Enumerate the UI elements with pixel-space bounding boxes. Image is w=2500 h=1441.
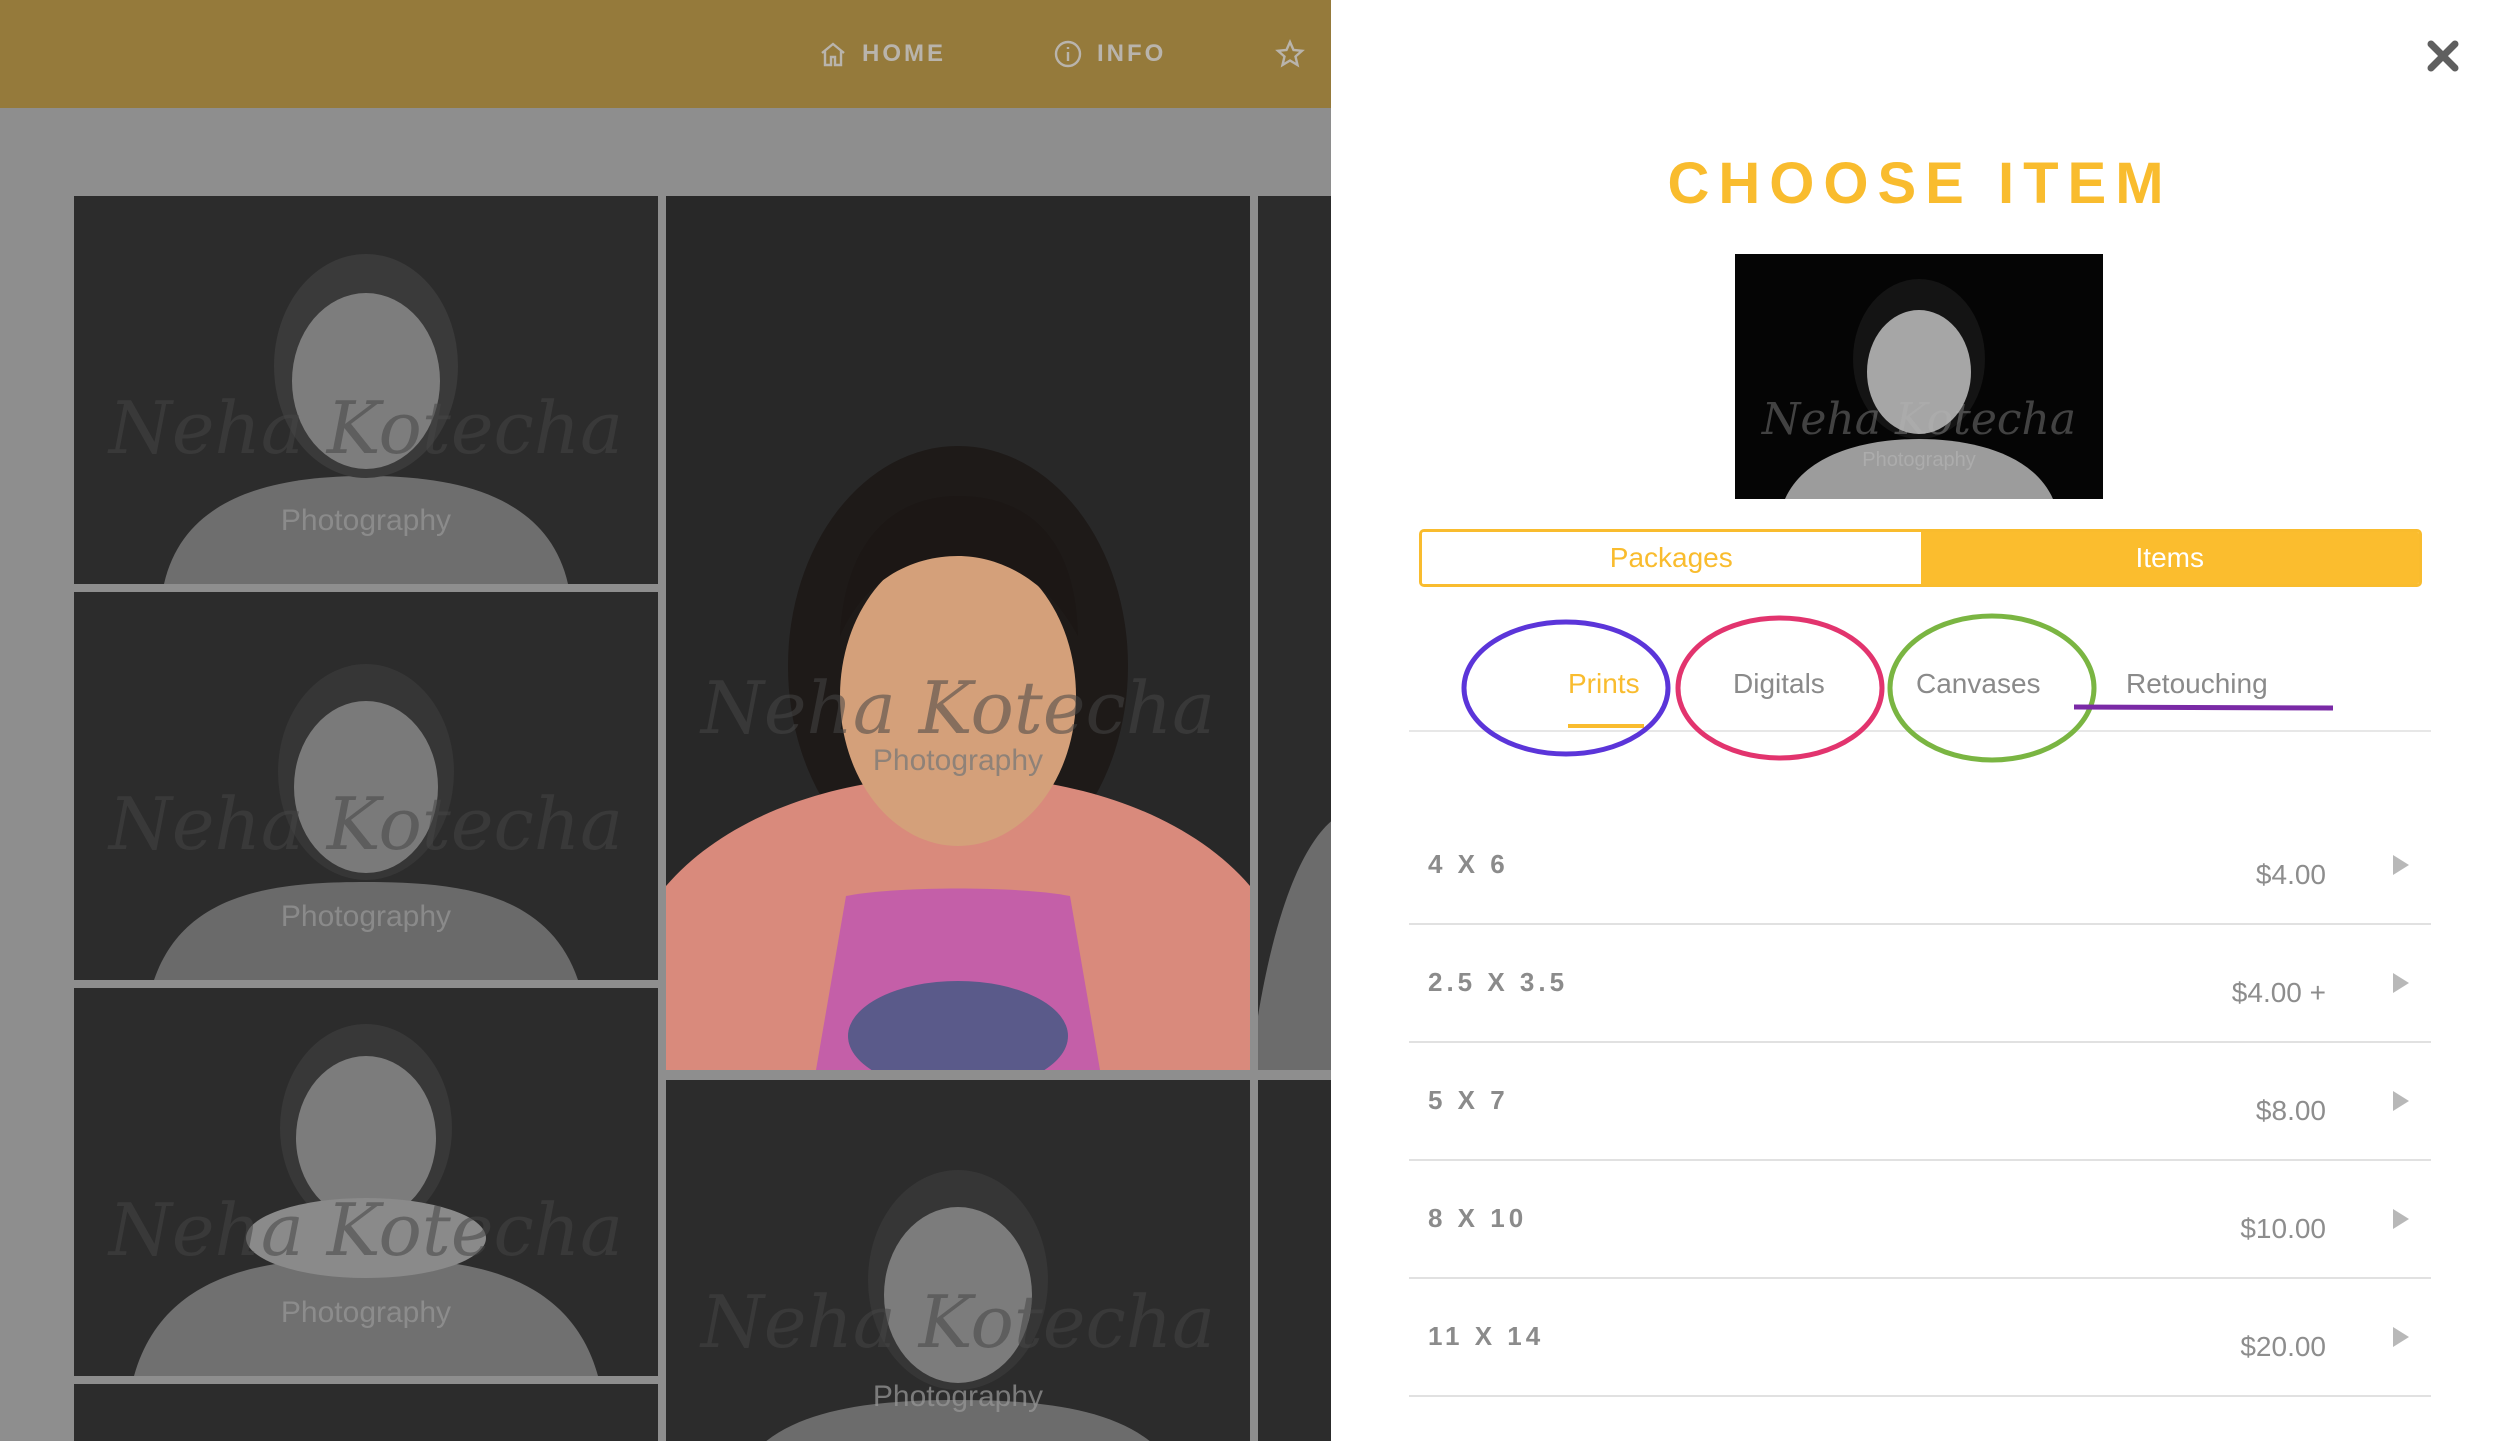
gallery-photo[interactable]: [74, 1384, 658, 1441]
packages-tab[interactable]: Packages: [1422, 532, 1921, 584]
top-navigation-bar: HOME INFO: [0, 0, 1331, 108]
subtab-prints[interactable]: Prints: [1568, 668, 1640, 700]
portrait-image: [666, 196, 1250, 1070]
chevron-right-icon: [2391, 971, 2411, 995]
print-size-row[interactable]: 5 X 7 $8.00: [1409, 1043, 2431, 1161]
chevron-right-icon: [2391, 1207, 2411, 1231]
print-price: $20.00: [2240, 1331, 2326, 1362]
star-icon: [1275, 39, 1305, 68]
chevron-right-icon: [2391, 1089, 2411, 1113]
gallery-photo[interactable]: Neha Kotecha Photography: [74, 196, 658, 584]
watermark-text: Photography: [872, 1380, 1044, 1413]
info-icon: [1054, 40, 1082, 68]
page: HOME INFO Neha Kotecha Photography Neha …: [0, 0, 2500, 1441]
print-size-label: 5 X 7: [1428, 1085, 1509, 1115]
watermark-script: Neha Kotecha: [1761, 394, 2077, 445]
watermark-script: Neha Kotecha: [700, 1280, 1216, 1364]
watermark-text: Photography: [1862, 449, 1976, 471]
gallery-photo-highlighted[interactable]: Neha Kotecha Photography: [666, 196, 1250, 1070]
print-size-label: 4 X 6: [1428, 849, 1509, 879]
watermark-text: Photography: [280, 1296, 452, 1329]
chevron-right-icon: [2391, 1325, 2411, 1349]
close-icon: [2427, 40, 2459, 72]
print-price: $4.00: [2255, 859, 2326, 890]
gallery-photo[interactable]: Neha Kotecha Photography: [74, 988, 658, 1376]
watermark-script: Neha Kotecha: [700, 666, 1216, 750]
print-size-label: 11 X 14: [1428, 1321, 1545, 1351]
watermark-script: Neha Kotecha: [108, 1188, 624, 1272]
nav-home-label: HOME: [862, 40, 946, 67]
portrait-image: [74, 1384, 658, 1441]
gallery-background: HOME INFO Neha Kotecha Photography Neha …: [0, 0, 1331, 1441]
gallery-photo[interactable]: [1258, 1080, 1331, 1441]
subtab-divider: [1409, 730, 2431, 732]
selected-photo-preview: Neha Kotecha Photography: [1735, 254, 2103, 499]
chevron-right-icon: [2391, 853, 2411, 877]
watermark-script: Neha Kotecha: [108, 386, 624, 470]
watermark-text: Photography: [872, 744, 1044, 777]
watermark-text: Photography: [280, 504, 452, 537]
print-size-row[interactable]: 2.5 X 3.5 $4.00 +: [1409, 925, 2431, 1043]
active-subtab-indicator: [1568, 724, 1644, 728]
panel-title: CHOOSE ITEM: [1667, 151, 2173, 216]
nav-home[interactable]: HOME: [818, 38, 946, 70]
home-icon: [821, 42, 845, 67]
print-size-row[interactable]: 4 X 6 $4.00: [1409, 807, 2431, 925]
subtab-retouching[interactable]: Retouching: [2126, 668, 2268, 700]
print-price: $10.00: [2240, 1213, 2326, 1244]
print-price: $4.00 +: [2231, 977, 2326, 1008]
nav-info[interactable]: INFO: [1053, 38, 1166, 70]
print-size-label: 8 X 10: [1428, 1203, 1528, 1233]
gallery-photo[interactable]: Neha Kotecha Photography: [666, 1080, 1250, 1441]
subtab-canvases[interactable]: Canvases: [1916, 668, 2041, 700]
close-button[interactable]: [2423, 36, 2463, 76]
nav-favorites[interactable]: [1275, 38, 1305, 70]
packages-items-toggle: Packages Items: [1419, 529, 2422, 587]
gallery-photo[interactable]: Neha Kotecha Photography: [74, 592, 658, 980]
subtab-digitals[interactable]: Digitals: [1733, 668, 1825, 700]
print-size-row[interactable]: 11 X 14 $20.00: [1409, 1279, 2431, 1397]
watermark-text: Photography: [280, 900, 452, 933]
nav-info-label: INFO: [1097, 40, 1167, 67]
watermark-script: Neha Kotecha: [108, 782, 624, 866]
portrait-image: [1258, 196, 1331, 1070]
portrait-image: [1258, 1080, 1331, 1441]
items-tab[interactable]: Items: [1920, 532, 2419, 584]
print-size-label: 2.5 X 3.5: [1428, 967, 1569, 997]
gallery-photo[interactable]: [1258, 196, 1331, 1070]
print-size-row[interactable]: 8 X 10 $10.00: [1409, 1161, 2431, 1279]
print-price: $8.00: [2255, 1095, 2326, 1126]
